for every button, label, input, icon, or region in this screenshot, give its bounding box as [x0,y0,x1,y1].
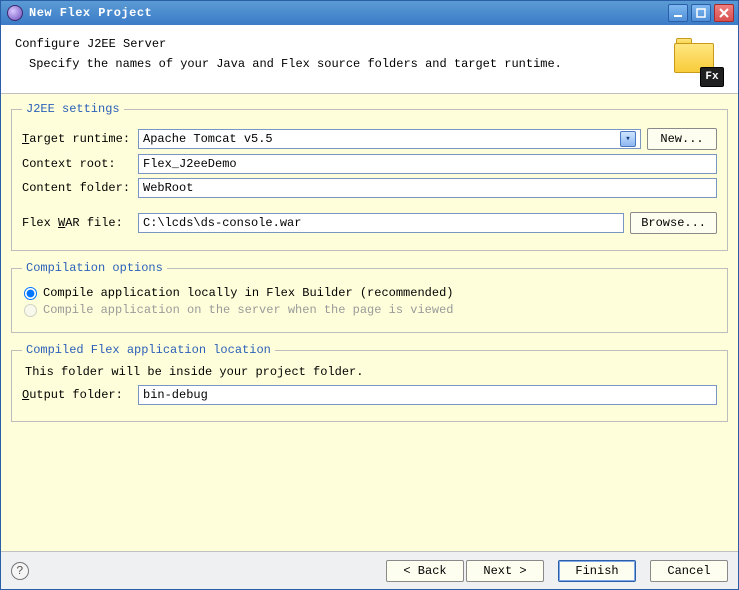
dialog-window: New Flex Project Configure J2EE Server S… [0,0,739,590]
app-icon [7,5,23,21]
label-content-folder: Content folder: [22,181,132,195]
target-runtime-select[interactable]: Apache Tomcat v5.5 ▾ [138,129,641,149]
window-controls [668,4,734,22]
output-hint: This folder will be inside your project … [22,365,717,379]
wizard-header-text: Configure J2EE Server Specify the names … [15,35,662,71]
label-target-runtime: Target runtime: [22,132,132,146]
group-output-location: Compiled Flex application location This … [11,343,728,422]
minimize-icon [673,8,683,18]
group-legend: Compiled Flex application location [22,343,275,357]
group-compilation-options: Compilation options Compile application … [11,261,728,333]
radio-compile-server-input [24,304,37,317]
close-icon [719,8,729,18]
row-target-runtime: Target runtime: Apache Tomcat v5.5 ▾ New… [22,128,717,150]
chevron-down-icon: ▾ [620,131,636,147]
wizard-footer: ? < Back Next > Finish Cancel [1,551,738,589]
label-flex-war: Flex WAR file: [22,216,132,230]
radio-compile-local-input[interactable] [24,287,37,300]
wizard-header: Configure J2EE Server Specify the names … [1,25,738,94]
content-folder-input[interactable] [138,178,717,198]
group-legend: Compilation options [22,261,167,275]
group-legend: J2EE settings [22,102,124,116]
row-context-root: Context root: [22,154,717,174]
window-title: New Flex Project [29,6,668,20]
row-output-folder: Output folder: [22,385,717,405]
target-runtime-value: Apache Tomcat v5.5 [143,130,273,148]
page-title: Configure J2EE Server [15,37,662,51]
help-icon: ? [16,564,23,578]
label-output-folder: Output folder: [22,388,132,402]
radio-compile-server: Compile application on the server when t… [24,303,717,317]
back-button[interactable]: < Back [386,560,464,582]
wizard-content: J2EE settings Target runtime: Apache Tom… [1,94,738,551]
radio-compile-local[interactable]: Compile application locally in Flex Buil… [24,286,717,300]
page-description: Specify the names of your Java and Flex … [29,57,662,71]
fx-badge: Fx [700,67,724,87]
minimize-button[interactable] [668,4,688,22]
wizard-banner-icon: Fx [672,35,720,83]
browse-war-button[interactable]: Browse... [630,212,717,234]
group-j2ee-settings: J2EE settings Target runtime: Apache Tom… [11,102,728,251]
radio-compile-local-label: Compile application locally in Flex Buil… [43,286,453,300]
context-root-input[interactable] [138,154,717,174]
maximize-icon [696,8,706,18]
output-folder-input[interactable] [138,385,717,405]
new-runtime-button[interactable]: New... [647,128,717,150]
label-context-root: Context root: [22,157,132,171]
close-button[interactable] [714,4,734,22]
help-button[interactable]: ? [11,562,29,580]
maximize-button[interactable] [691,4,711,22]
row-content-folder: Content folder: [22,178,717,198]
next-button[interactable]: Next > [466,560,544,582]
finish-button[interactable]: Finish [558,560,636,582]
row-flex-war: Flex WAR file: Browse... [22,212,717,234]
flex-war-input[interactable] [138,213,624,233]
radio-compile-server-label: Compile application on the server when t… [43,303,453,317]
cancel-button[interactable]: Cancel [650,560,728,582]
titlebar: New Flex Project [1,1,738,25]
